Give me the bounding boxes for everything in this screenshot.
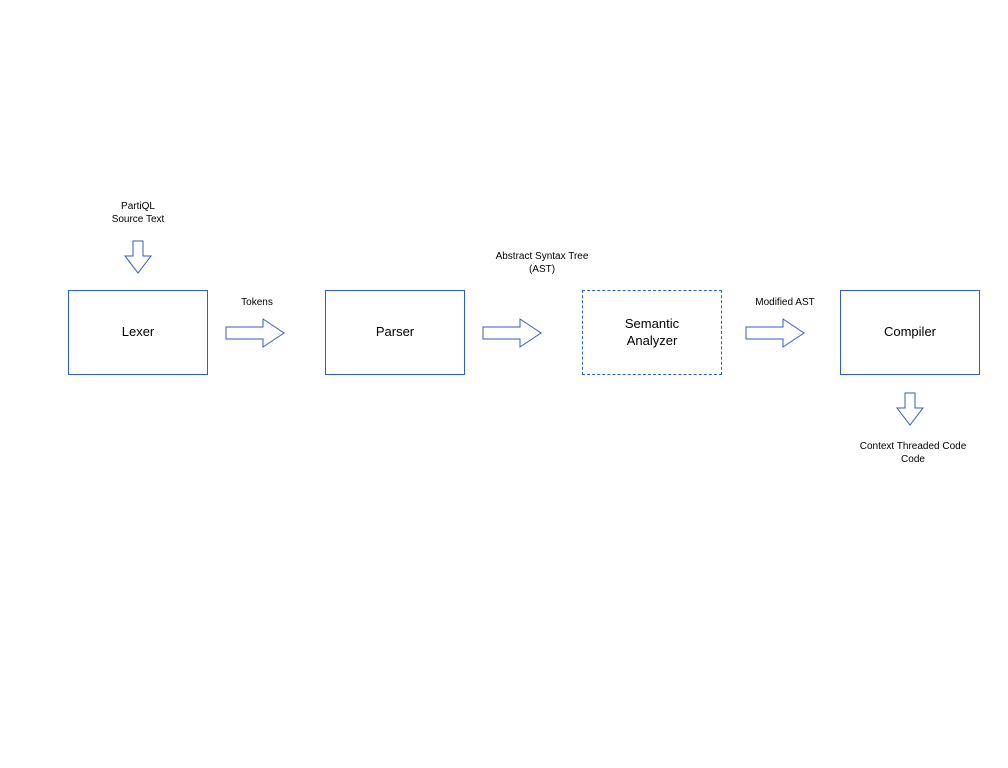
node-semantic-line1: Semantic [625, 316, 679, 331]
node-lexer-label: Lexer [122, 324, 155, 341]
input-label-line2: Source Text [112, 214, 165, 225]
input-label: PartiQL Source Text [88, 200, 188, 226]
output-label-line1: Context Threaded Code [860, 441, 967, 452]
edge-label-modified-ast-text: Modified AST [755, 297, 814, 308]
edge-label-tokens: Tokens [222, 296, 292, 309]
node-compiler-label: Compiler [884, 324, 936, 341]
arrow-down-input [124, 240, 152, 274]
node-parser: Parser [325, 290, 465, 375]
edge-label-ast: Abstract Syntax Tree (AST) [472, 250, 612, 276]
input-label-line1: PartiQL [121, 201, 155, 212]
output-label: Context Threaded Code Code [848, 440, 978, 466]
node-parser-label: Parser [376, 324, 414, 341]
node-compiler: Compiler [840, 290, 980, 375]
node-semantic-line2: Analyzer [627, 333, 678, 348]
edge-label-modified-ast: Modified AST [735, 296, 835, 309]
edge-label-ast-line2: (AST) [529, 264, 555, 275]
arrow-lexer-parser [225, 318, 285, 348]
arrow-parser-semantic [482, 318, 542, 348]
arrow-semantic-compiler [745, 318, 805, 348]
node-lexer: Lexer [68, 290, 208, 375]
node-semantic-analyzer: Semantic Analyzer [582, 290, 722, 375]
arrow-down-output [896, 392, 924, 426]
edge-label-ast-line1: Abstract Syntax Tree [496, 251, 589, 262]
edge-label-tokens-text: Tokens [241, 297, 273, 308]
output-label-line2: Code [901, 454, 925, 465]
